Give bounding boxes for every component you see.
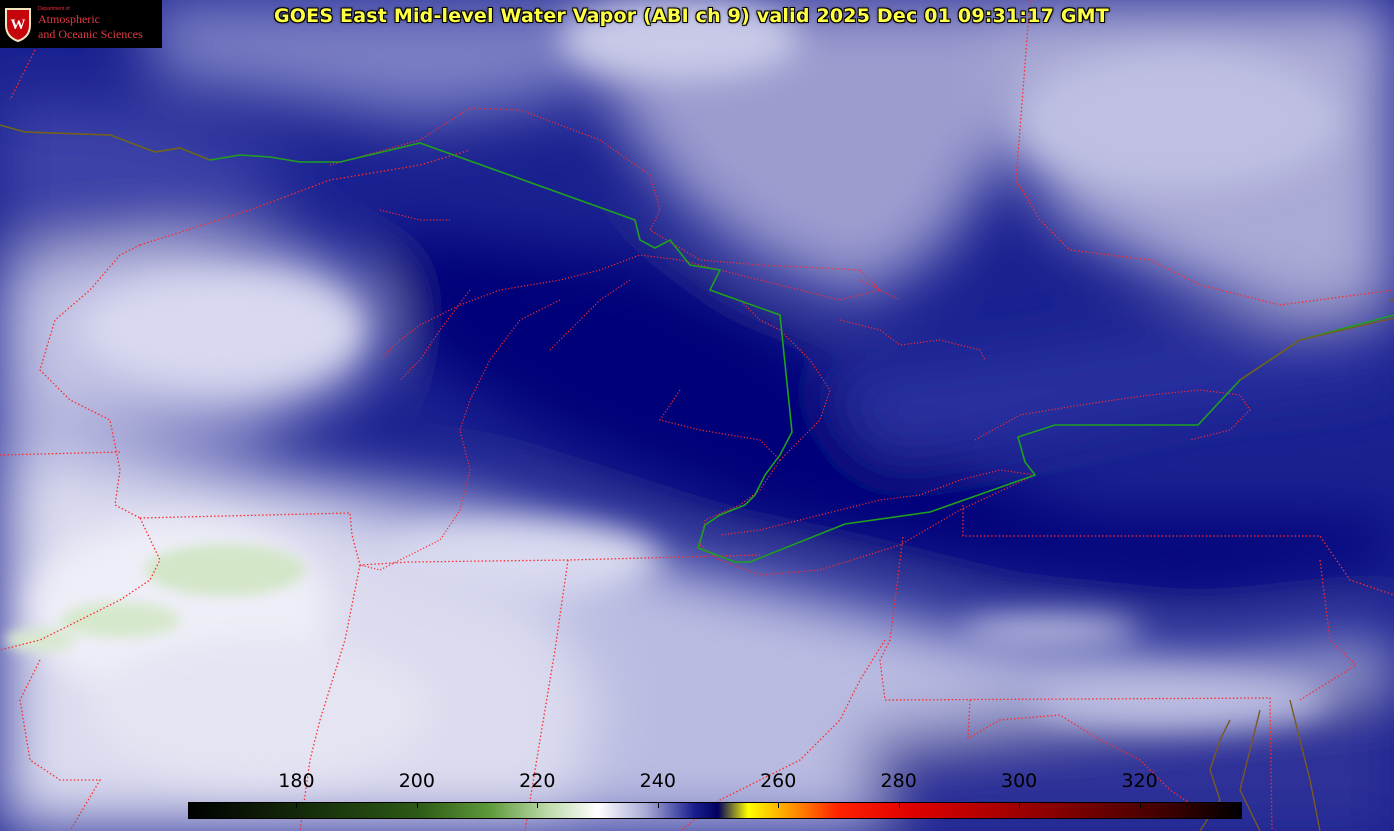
colorbar-tick-label: 200 xyxy=(398,770,435,792)
colorbar-tick-mark xyxy=(898,802,900,808)
colorbar-tick-label: 260 xyxy=(760,770,797,792)
map-title: GOES East Mid-level Water Vapor (ABI ch … xyxy=(274,5,1109,27)
colorbar: 180 200 220 240 260 280 300 320 xyxy=(0,760,1394,831)
aos-logo: W Department of Atmospheric and Oceanic … xyxy=(0,0,162,48)
colorbar-tick-label: 180 xyxy=(278,770,315,792)
colorbar-tick-label: 320 xyxy=(1121,770,1158,792)
logo-line-2: and Oceanic Sciences xyxy=(38,27,143,41)
colorbar-tick-label: 280 xyxy=(880,770,917,792)
colorbar-tick-mark xyxy=(778,802,780,808)
colorbar-tick-mark xyxy=(1019,802,1021,808)
colorbar-tick-label: 300 xyxy=(1001,770,1038,792)
logo-line-1: Atmospheric xyxy=(38,12,100,26)
vapor-field xyxy=(0,0,1394,831)
svg-text:W: W xyxy=(11,17,26,33)
logo-text: Department of Atmospheric and Oceanic Sc… xyxy=(38,6,143,42)
colorbar-tick-mark xyxy=(296,802,298,808)
colorbar-tick-label: 240 xyxy=(639,770,676,792)
colorbar-tick-label: 220 xyxy=(519,770,556,792)
water-vapor-map xyxy=(0,0,1394,831)
colorbar-gradient xyxy=(188,802,1242,819)
colorbar-tick-mark xyxy=(657,802,659,808)
colorbar-tick-mark xyxy=(416,802,418,808)
colorbar-tick-mark xyxy=(1139,802,1141,808)
colorbar-tick-mark xyxy=(537,802,539,808)
crest-icon: W xyxy=(5,8,31,43)
